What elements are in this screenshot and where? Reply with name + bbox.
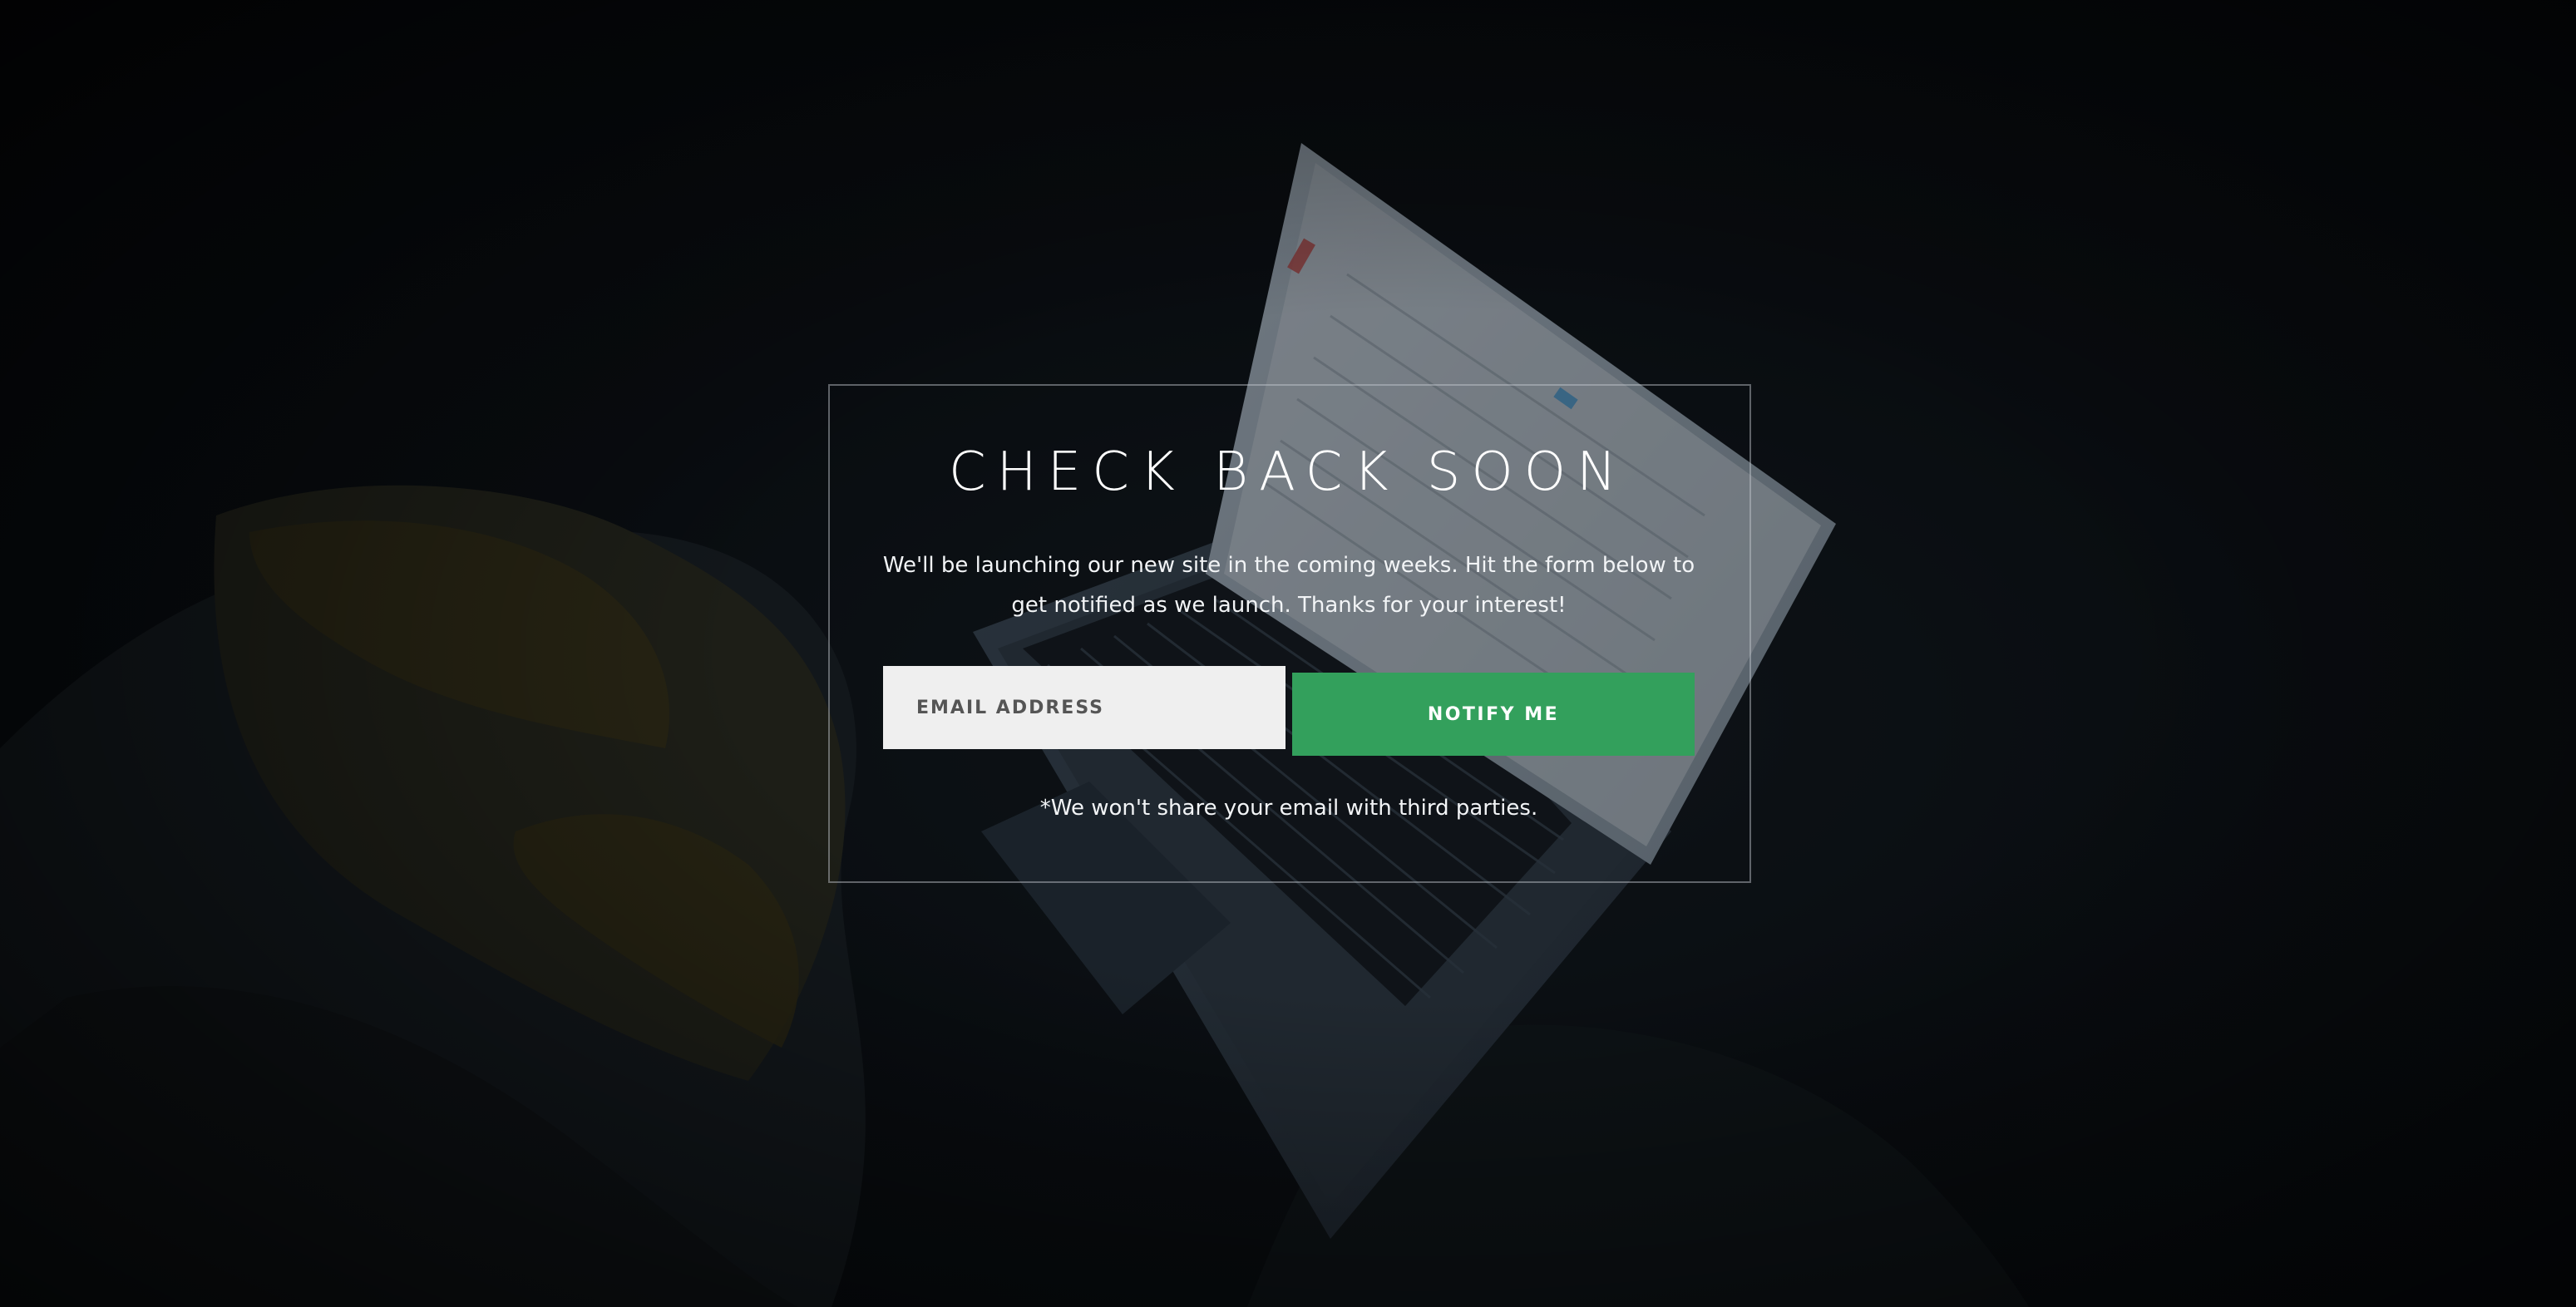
coming-soon-page: CHECK BACK SOON We'll be launching our n… xyxy=(0,0,2576,1307)
page-title: CHECK BACK SOON xyxy=(948,441,1628,503)
launch-description: We'll be launching our new site in the c… xyxy=(882,553,1695,618)
notify-me-button[interactable]: NOTIFY ME xyxy=(1292,673,1695,756)
privacy-disclaimer: *We won't share your email with third pa… xyxy=(1039,796,1538,821)
email-input[interactable] xyxy=(883,666,1286,749)
